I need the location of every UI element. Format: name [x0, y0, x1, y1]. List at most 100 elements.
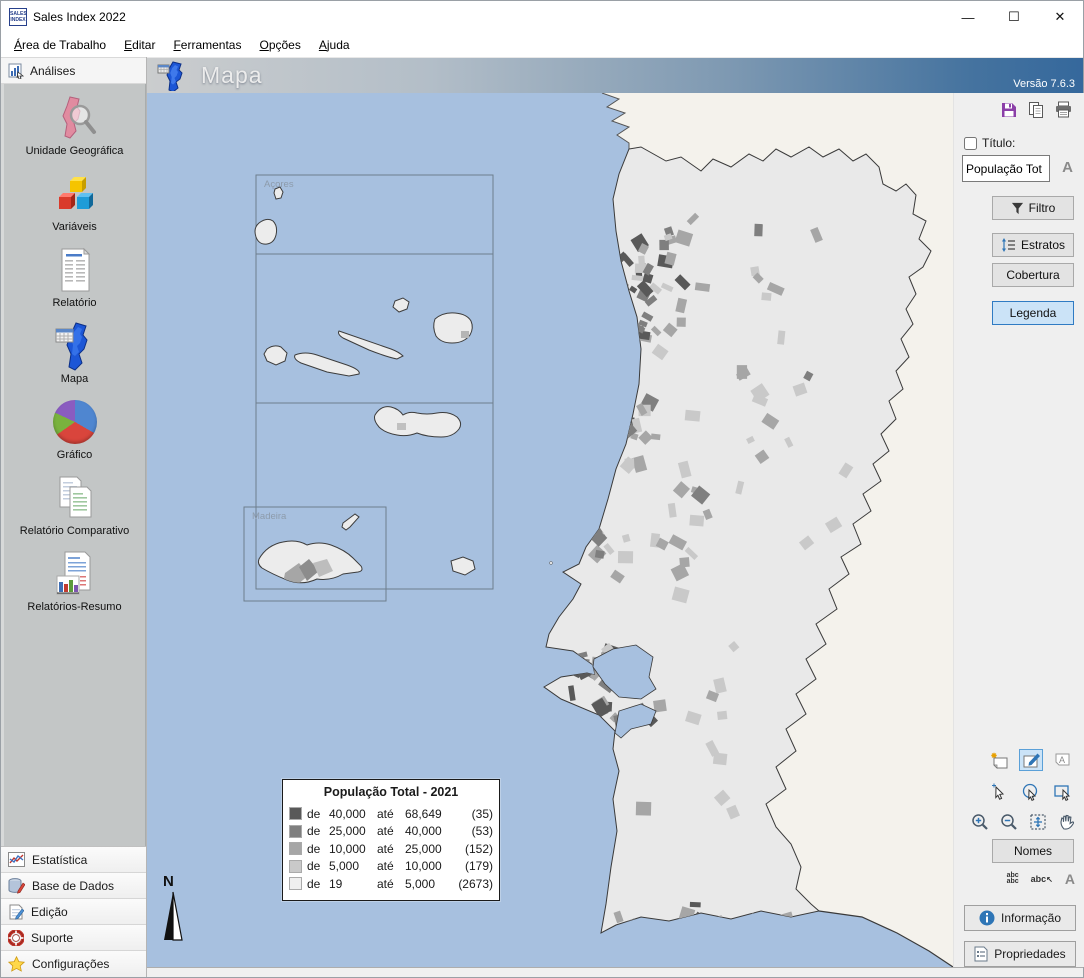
strata-icon [1001, 238, 1016, 252]
labels-all-icon[interactable]: abcabc [1007, 873, 1019, 885]
report-icon [52, 246, 98, 294]
zoom-out-icon[interactable] [999, 811, 1019, 833]
map-header-icon [157, 61, 191, 91]
nomes-button[interactable]: Nomes [992, 839, 1074, 863]
window-bottom-strip [147, 967, 1083, 977]
menu-ferramentas[interactable]: Ferramentas [164, 35, 250, 55]
legend-row: de19até5,000(2673) [289, 875, 493, 893]
close-button[interactable]: ✕ [1037, 1, 1083, 33]
sidebar-section-configuracoes[interactable]: Configurações [1, 951, 146, 977]
legend-swatch [289, 825, 302, 838]
legend-swatch [289, 807, 302, 820]
sidebar-item-label: Variáveis [52, 221, 96, 233]
legend-ate: até [377, 859, 405, 873]
estratos-button[interactable]: Estratos [992, 233, 1074, 257]
sidebar-section-suporte[interactable]: Suporte [1, 925, 146, 951]
propriedades-label: Propriedades [994, 947, 1065, 961]
analyses-header-label: Análises [30, 64, 75, 78]
analyses-chart-icon [8, 63, 24, 79]
legend-count: (35) [457, 807, 493, 821]
informacao-label: Informação [1001, 911, 1061, 925]
sidebar-item-label: Gráfico [57, 449, 92, 461]
sidebar-item-label: Mapa [61, 373, 89, 385]
menu-ajuda[interactable]: Ajuda [310, 35, 359, 55]
titlebar: SALESINDEX Sales Index 2022 — ☐ ✕ [1, 1, 1083, 33]
database-icon [8, 878, 25, 894]
sidebar-item-label: Unidade Geográfica [26, 145, 124, 157]
select-rect-cursor-icon[interactable] [1051, 781, 1075, 803]
zoom-fit-icon[interactable] [1028, 811, 1048, 833]
edit-document-icon [8, 904, 24, 920]
filtro-button[interactable]: Filtro [992, 196, 1074, 220]
zoom-in-icon[interactable] [970, 811, 990, 833]
right-panel: Título: A Filtro [953, 93, 1084, 967]
legend-title: População Total - 2021 [289, 785, 493, 799]
title-font-button[interactable]: A [1062, 159, 1073, 176]
madeira-label: Madeira [252, 511, 287, 522]
labels-font-button[interactable]: A [1065, 871, 1075, 887]
sidebar-item-variaveis[interactable]: Variáveis [4, 170, 145, 233]
select-star-cursor-icon[interactable] [987, 781, 1011, 803]
sidebar-item-relatorio[interactable]: Relatório [4, 246, 145, 309]
menu-opcoes[interactable]: Opções [250, 35, 309, 55]
legend-ate: até [377, 807, 405, 821]
edit-note-icon[interactable] [1019, 749, 1043, 771]
legend-swatch [289, 842, 302, 855]
legend-ate: até [377, 824, 405, 838]
legend-de: de [307, 842, 329, 856]
island-flores [255, 219, 277, 244]
legend-count: (53) [457, 824, 493, 838]
legend-de: de [307, 824, 329, 838]
titulo-label: Título: [982, 136, 1015, 150]
legenda-button[interactable]: Legenda [992, 301, 1074, 325]
select-circle-cursor-icon[interactable] [1019, 781, 1043, 803]
sidebar-item-label: Relatório Comparativo [20, 525, 129, 537]
cobertura-label: Cobertura [1006, 268, 1059, 282]
sidebar-item-unidade-geografica[interactable]: Unidade Geográfica [4, 94, 145, 157]
titulo-input[interactable] [962, 155, 1050, 182]
island-corvo [274, 187, 283, 199]
propriedades-button[interactable]: Propriedades [964, 941, 1076, 967]
legend-de: de [307, 859, 329, 873]
save-icon[interactable] [1000, 101, 1018, 119]
legend-ate: até [377, 877, 405, 891]
comparative-report-icon [52, 474, 98, 522]
legend-de: de [307, 807, 329, 821]
cobertura-button[interactable]: Cobertura [992, 263, 1074, 287]
maximize-button[interactable]: ☐ [991, 1, 1037, 33]
menu-editar[interactable]: Editar [115, 35, 164, 55]
map-header: Mapa Versão 7.6.3 [147, 57, 1083, 93]
sidebar-item-relatorio-comparativo[interactable]: Relatório Comparativo [4, 474, 145, 537]
north-arrow: N [161, 873, 195, 945]
print-icon[interactable] [1054, 101, 1073, 119]
sidebar-section-base-de-dados[interactable]: Base de Dados [1, 873, 146, 899]
map-icon [52, 322, 98, 370]
minimize-button[interactable]: — [945, 1, 991, 33]
estratos-label: Estratos [1021, 238, 1065, 252]
copy-icon[interactable] [1027, 101, 1045, 119]
menu-area-de-trabalho[interactable]: Área de Trabalho [5, 35, 115, 55]
sidebar-section-label: Suporte [31, 931, 73, 945]
sidebar-item-mapa[interactable]: Mapa [4, 322, 145, 385]
map-canvas[interactable]: Açores [147, 93, 953, 967]
titulo-checkbox[interactable] [964, 137, 977, 150]
informacao-button[interactable]: Informação [964, 905, 1076, 931]
sidebar-item-grafico[interactable]: Gráfico [4, 398, 145, 461]
pan-hand-icon[interactable] [1057, 811, 1077, 833]
legend-swatch [289, 860, 302, 873]
filtro-label: Filtro [1029, 201, 1056, 215]
sidebar-section-estatistica[interactable]: Estatística [1, 847, 146, 873]
north-label: N [163, 873, 195, 890]
sidebar-section-edicao[interactable]: Edição [1, 899, 146, 925]
new-note-icon[interactable] [987, 749, 1011, 771]
menubar: Área de Trabalho Editar Ferramentas Opçõ… [1, 33, 1083, 57]
legend-de: de [307, 877, 329, 891]
labels-pick-icon[interactable]: abc↖ [1031, 876, 1053, 883]
legend-to: 68,649 [405, 807, 457, 821]
sidebar-item-relatorios-resumo[interactable]: Relatórios-Resumo [4, 550, 145, 613]
map-legend: População Total - 2021 de40,000até68,649… [282, 779, 500, 901]
version-label: Versão 7.6.3 [1013, 78, 1075, 90]
variables-cubes-icon [52, 170, 98, 218]
legend-count: (152) [457, 842, 493, 856]
text-note-icon[interactable]: A [1051, 749, 1075, 771]
